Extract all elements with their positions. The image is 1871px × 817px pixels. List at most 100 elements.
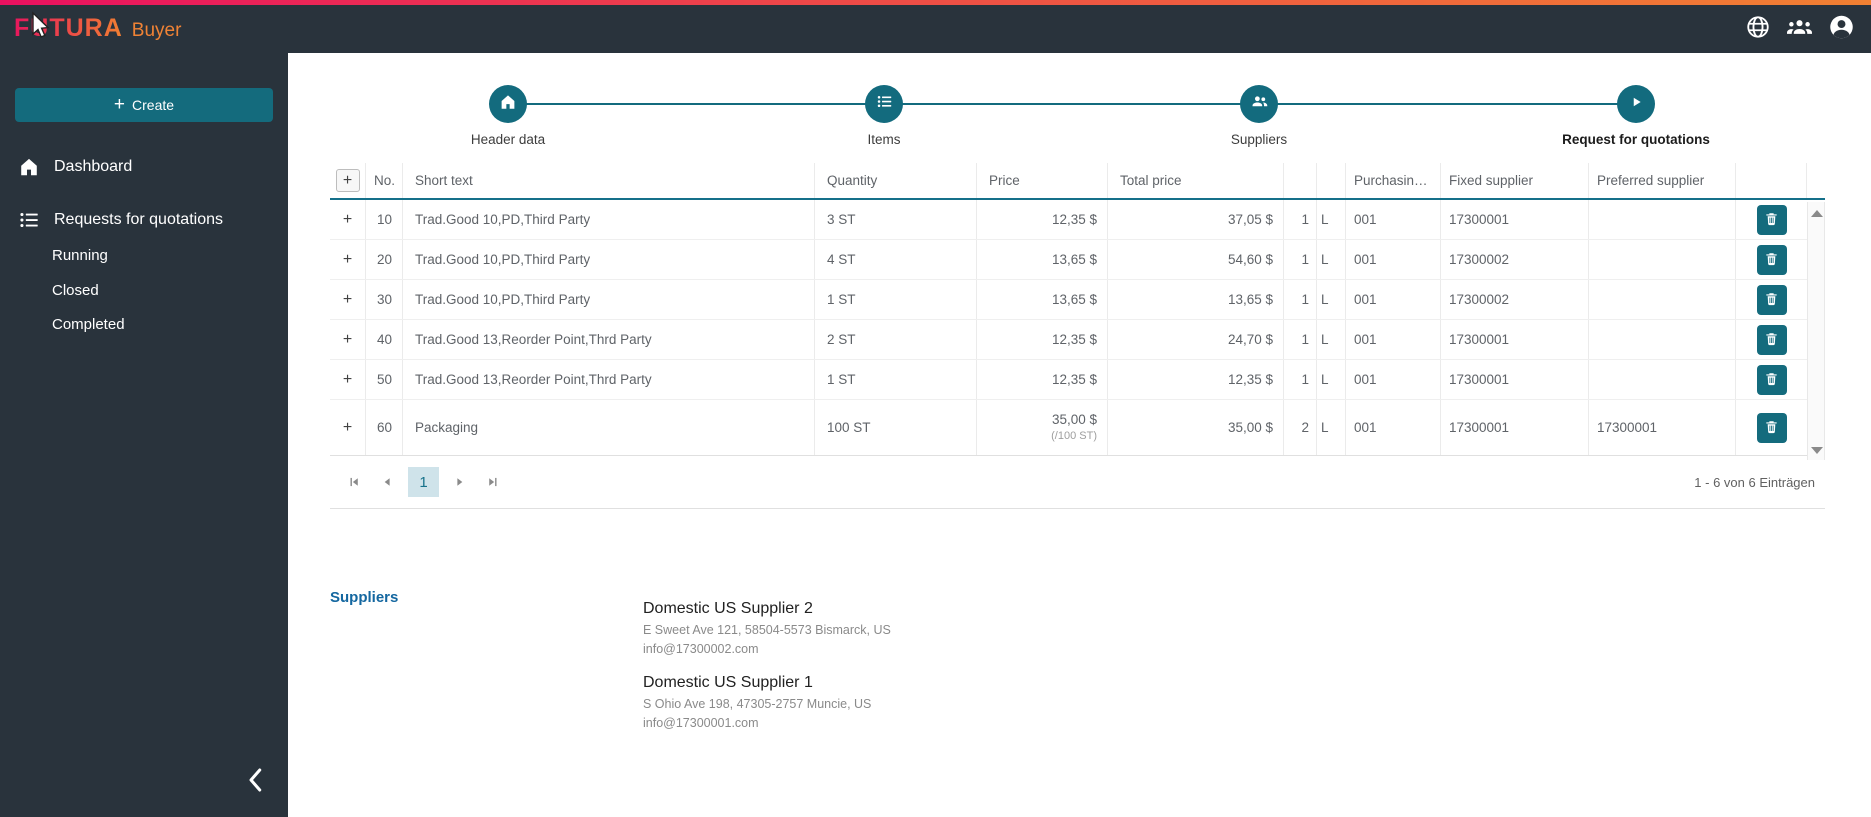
cell-purchasing: 001 bbox=[1346, 320, 1441, 359]
cell-no: 60 bbox=[366, 400, 403, 455]
pagination-last-button[interactable] bbox=[481, 470, 505, 494]
create-button[interactable]: + Create bbox=[15, 88, 273, 122]
pagination-next-button[interactable] bbox=[448, 470, 472, 494]
sidebar-subitem-closed[interactable]: Closed bbox=[52, 276, 99, 304]
header-preferred-supplier: Preferred supplier bbox=[1589, 163, 1736, 198]
header-total-price: Total price bbox=[1108, 163, 1284, 198]
table-row[interactable]: + 50 Trad.Good 13,Reorder Point,Thrd Par… bbox=[330, 360, 1807, 400]
step-suppliers-circle[interactable] bbox=[1240, 85, 1278, 123]
expand-row-icon[interactable]: + bbox=[330, 280, 366, 319]
table-row[interactable]: + 60 Packaging 100 ST 35,00 $ (/100 ST) 3… bbox=[330, 400, 1807, 456]
language-globe-icon[interactable] bbox=[1744, 13, 1771, 40]
cell-quantity: 100 ST bbox=[815, 400, 977, 455]
pagination-page-1[interactable]: 1 bbox=[408, 467, 439, 497]
price-value: 12,35 $ bbox=[1051, 371, 1097, 387]
cell-no: 30 bbox=[366, 280, 403, 319]
supplier-name: Domestic US Supplier 1 bbox=[643, 674, 813, 691]
cell-n1: 1 bbox=[1284, 360, 1317, 399]
topbar: FUTURA Buyer bbox=[0, 0, 1871, 53]
step-label: Request for quotations bbox=[1562, 132, 1710, 147]
table-vertical-scrollbar[interactable] bbox=[1807, 202, 1825, 460]
app-logo[interactable]: FUTURA Buyer bbox=[14, 14, 181, 43]
price-unit-note: (/100 ST) bbox=[1051, 429, 1097, 442]
expand-row-icon[interactable]: + bbox=[330, 360, 366, 399]
table-row[interactable]: + 10 Trad.Good 10,PD,Third Party 3 ST 12… bbox=[330, 200, 1807, 240]
expand-row-icon[interactable]: + bbox=[330, 240, 366, 279]
cell-total-price: 13,65 $ bbox=[1108, 280, 1284, 319]
table-row[interactable]: + 30 Trad.Good 10,PD,Third Party 1 ST 13… bbox=[330, 280, 1807, 320]
sidebar-item-requests-for-quotations[interactable]: Requests for quotations bbox=[0, 203, 288, 237]
cell-n2: L bbox=[1317, 280, 1346, 319]
cell-purchasing: 001 bbox=[1346, 360, 1441, 399]
header-add-cell: + bbox=[330, 163, 366, 198]
step-header-data-circle[interactable] bbox=[489, 85, 527, 123]
sidebar-subitem-running[interactable]: Running bbox=[52, 241, 108, 269]
delete-row-button[interactable] bbox=[1756, 324, 1787, 355]
people-icon bbox=[1250, 92, 1269, 116]
sidebar-subitem-completed[interactable]: Completed bbox=[52, 310, 125, 338]
step-rfq-circle[interactable] bbox=[1617, 85, 1655, 123]
delete-row-button[interactable] bbox=[1756, 412, 1787, 443]
account-circle-icon[interactable] bbox=[1828, 13, 1855, 40]
cell-quantity: 1 ST bbox=[815, 360, 977, 399]
cell-n2: L bbox=[1317, 360, 1346, 399]
brand-product: Buyer bbox=[131, 20, 182, 41]
cell-fixed-supplier: 17300002 bbox=[1441, 280, 1589, 319]
step-label: Suppliers bbox=[1230, 132, 1288, 147]
expand-row-icon[interactable]: + bbox=[330, 400, 366, 455]
expand-row-icon[interactable]: + bbox=[330, 200, 366, 239]
pagination-prev-button[interactable] bbox=[375, 470, 399, 494]
cell-preferred-supplier bbox=[1589, 240, 1736, 279]
cell-price: 35,00 $ (/100 ST) bbox=[977, 400, 1108, 455]
header-no: No. bbox=[366, 163, 403, 198]
list-icon bbox=[876, 93, 893, 115]
sidebar-item-dashboard[interactable]: Dashboard bbox=[0, 150, 288, 184]
cell-n2: L bbox=[1317, 240, 1346, 279]
price-value: 13,65 $ bbox=[1051, 291, 1097, 307]
add-item-button[interactable]: + bbox=[335, 169, 360, 192]
expand-row-icon[interactable]: + bbox=[330, 320, 366, 359]
cell-short-text: Trad.Good 10,PD,Third Party bbox=[403, 200, 815, 239]
scroll-up-arrow-icon[interactable] bbox=[1811, 210, 1823, 217]
cell-no: 40 bbox=[366, 320, 403, 359]
cell-price: 12,35 $ bbox=[977, 200, 1108, 239]
price-value: 13,65 $ bbox=[1051, 251, 1097, 267]
table-row[interactable]: + 40 Trad.Good 13,Reorder Point,Thrd Par… bbox=[330, 320, 1807, 360]
step-items: Items bbox=[784, 85, 984, 147]
create-button-label: Create bbox=[132, 97, 175, 113]
cell-short-text: Packaging bbox=[403, 400, 815, 455]
price-value: 12,35 $ bbox=[1051, 211, 1097, 227]
cell-fixed-supplier: 17300001 bbox=[1441, 320, 1589, 359]
cell-preferred-supplier bbox=[1589, 360, 1736, 399]
cell-n2: L bbox=[1317, 400, 1346, 455]
scroll-down-arrow-icon[interactable] bbox=[1811, 447, 1823, 454]
cell-total-price: 12,35 $ bbox=[1108, 360, 1284, 399]
table-row[interactable]: + 20 Trad.Good 10,PD,Third Party 4 ST 13… bbox=[330, 240, 1807, 280]
supplier-entry: Domestic US Supplier 2 E Sweet Ave 121, … bbox=[643, 600, 891, 659]
sidebar-item-label: Dashboard bbox=[54, 158, 133, 175]
delete-row-button[interactable] bbox=[1756, 244, 1787, 275]
cell-purchasing: 001 bbox=[1346, 200, 1441, 239]
list-icon bbox=[18, 209, 40, 231]
delete-row-button[interactable] bbox=[1756, 204, 1787, 235]
cell-price: 12,35 $ bbox=[977, 360, 1108, 399]
step-header-data: Header data bbox=[408, 85, 608, 147]
cell-preferred-supplier bbox=[1589, 320, 1736, 359]
cell-purchasing: 001 bbox=[1346, 240, 1441, 279]
pagination-entries-summary: 1 - 6 von 6 Einträgen bbox=[1694, 474, 1815, 490]
trash-icon bbox=[1763, 330, 1780, 350]
delete-row-button[interactable] bbox=[1756, 364, 1787, 395]
header-actions bbox=[1736, 163, 1807, 198]
brand-gradient-stripe bbox=[0, 0, 1871, 5]
users-group-icon[interactable] bbox=[1786, 13, 1813, 40]
cell-short-text: Trad.Good 13,Reorder Point,Thrd Party bbox=[403, 320, 815, 359]
delete-row-button[interactable] bbox=[1756, 284, 1787, 315]
cell-total-price: 37,05 $ bbox=[1108, 200, 1284, 239]
table-header-row: + No. Short text Quantity Price Total pr… bbox=[330, 163, 1825, 200]
trash-icon bbox=[1763, 290, 1780, 310]
cell-preferred-supplier: 17300001 bbox=[1589, 400, 1736, 455]
sidebar-collapse-button[interactable] bbox=[236, 762, 276, 802]
cell-quantity: 4 ST bbox=[815, 240, 977, 279]
pagination-first-button[interactable] bbox=[342, 470, 366, 494]
step-items-circle[interactable] bbox=[865, 85, 903, 123]
